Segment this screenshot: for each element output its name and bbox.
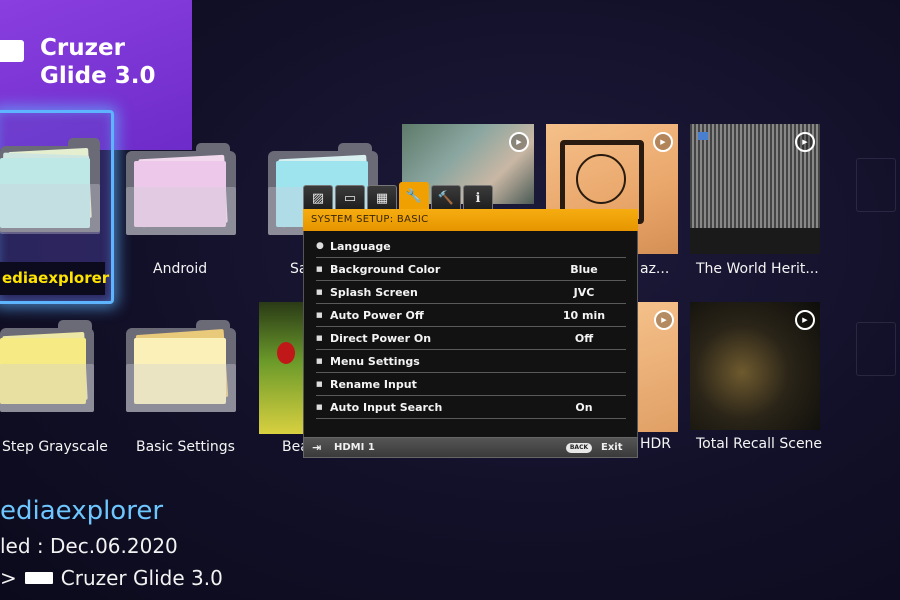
- video-thumbnail[interactable]: ▶: [690, 124, 820, 254]
- info-path: > Cruzer Glide 3.0: [0, 566, 223, 590]
- path-device: Cruzer Glide 3.0: [60, 566, 223, 590]
- folder-tile-android[interactable]: [126, 143, 238, 237]
- media-badge: [698, 132, 708, 140]
- play-icon: ▶: [509, 132, 529, 152]
- video-label: HDR: [640, 436, 672, 452]
- menu-item-label: Direct Power On: [330, 331, 432, 345]
- info-date: led : Dec.06.2020: [0, 534, 178, 558]
- folder-front: [126, 364, 236, 412]
- edge-music-icon: [856, 158, 896, 212]
- menu-item-background-color[interactable]: ■ Background Color Blue: [316, 258, 626, 281]
- keyboard-icon[interactable]: ▦: [367, 185, 397, 210]
- menu-item-label: Menu Settings: [330, 354, 420, 368]
- usb-drive-icon: [0, 40, 24, 62]
- info-icon[interactable]: ℹ: [463, 185, 493, 210]
- play-icon: ▶: [795, 310, 815, 330]
- osd-header: SYSTEM SETUP: BASIC: [303, 209, 638, 231]
- bullet-icon: ■: [316, 288, 323, 296]
- folder-label: Basic Settings: [136, 439, 235, 455]
- bullet-icon: ■: [316, 265, 323, 273]
- menu-item-label: Background Color: [330, 262, 441, 276]
- menu-item-label: Splash Screen: [330, 285, 418, 299]
- device-name: Cruzer Glide 3.0: [40, 35, 156, 89]
- bullet-icon: ■: [316, 380, 323, 388]
- menu-item-label: Auto Input Search: [330, 400, 443, 414]
- video-label: az...: [640, 261, 670, 277]
- menu-item-value: JVC: [573, 285, 595, 299]
- menu-item-auto-input-search[interactable]: ■ Auto Input Search On: [316, 396, 626, 419]
- thumb-detail: [277, 342, 295, 364]
- picture-icon[interactable]: ▨: [303, 185, 333, 210]
- folder-label: Step Grayscale: [2, 439, 108, 455]
- menu-item-splash-screen[interactable]: ■ Splash Screen JVC: [316, 281, 626, 304]
- menu-item-value: 10 min: [562, 308, 606, 322]
- projector-osd-menu: ▨ ▭ ▦ 🔧 🔨 ℹ SYSTEM SETUP: BASIC ● Langua…: [303, 182, 638, 458]
- menu-item-language[interactable]: ● Language: [316, 235, 626, 258]
- menu-item-rename-input[interactable]: ■ Rename Input: [316, 373, 626, 396]
- menu-item-label: Rename Input: [330, 377, 417, 391]
- wrench-icon[interactable]: 🔧: [399, 182, 429, 210]
- folder-tile-mediaexplorer[interactable]: [0, 138, 104, 238]
- thumb-ground: [690, 228, 820, 254]
- menu-item-label: Auto Power Off: [330, 308, 424, 322]
- current-input: HDMI 1: [334, 442, 375, 453]
- usb-drive-icon: [24, 572, 53, 584]
- bullet-icon: ■: [316, 403, 323, 411]
- menu-item-direct-power-on[interactable]: ■ Direct Power On Off: [316, 327, 626, 350]
- video-thumbnail[interactable]: [259, 302, 303, 434]
- video-label: The World Herit...: [696, 261, 819, 277]
- bullet-icon: ■: [316, 357, 323, 365]
- folder-tile-step-grayscale[interactable]: [0, 320, 96, 414]
- osd-tab-bar: ▨ ▭ ▦ 🔧 🔨 ℹ: [303, 182, 495, 210]
- back-button-icon[interactable]: BACK: [566, 443, 592, 453]
- path-arrow: >: [0, 566, 17, 590]
- exit-label[interactable]: Exit: [601, 442, 623, 453]
- folder-label: ediaexplorer: [2, 269, 110, 287]
- play-icon: ▶: [795, 132, 815, 152]
- menu-item-value: Off: [574, 331, 594, 345]
- folder-label: Android: [153, 261, 208, 277]
- folder-front: [0, 184, 100, 234]
- menu-item-value: Blue: [570, 262, 598, 276]
- advanced-wrench-icon[interactable]: 🔨: [431, 185, 461, 210]
- menu-item-menu-settings[interactable]: ■ Menu Settings: [316, 350, 626, 373]
- bullet-icon: ●: [316, 241, 324, 251]
- video-thumbnail[interactable]: ▶: [690, 302, 820, 430]
- info-title: ediaexplorer: [0, 496, 164, 526]
- play-icon: ▶: [654, 310, 674, 330]
- bullet-icon: ■: [316, 311, 323, 319]
- video-thumbnail[interactable]: ▶: [638, 302, 678, 432]
- menu-item-auto-power-off[interactable]: ■ Auto Power Off 10 min: [316, 304, 626, 327]
- screen-icon[interactable]: ▭: [335, 185, 365, 210]
- menu-item-value: On: [575, 400, 593, 414]
- folder-front: [0, 364, 94, 412]
- play-icon: ▶: [653, 132, 673, 152]
- osd-footer: ⇥ HDMI 1 BACK Exit: [303, 437, 638, 458]
- osd-menu-list: ● Language ■ Background Color Blue ■ Spl…: [303, 231, 638, 437]
- menu-item-label: Language: [330, 239, 391, 253]
- bullet-icon: ■: [316, 334, 323, 342]
- video-label: Total Recall Scene: [696, 436, 823, 452]
- folder-tile-basic-settings[interactable]: [126, 320, 238, 414]
- edge-video-icon: [856, 322, 896, 376]
- input-source-icon: ⇥: [312, 441, 322, 454]
- folder-front: [126, 187, 236, 235]
